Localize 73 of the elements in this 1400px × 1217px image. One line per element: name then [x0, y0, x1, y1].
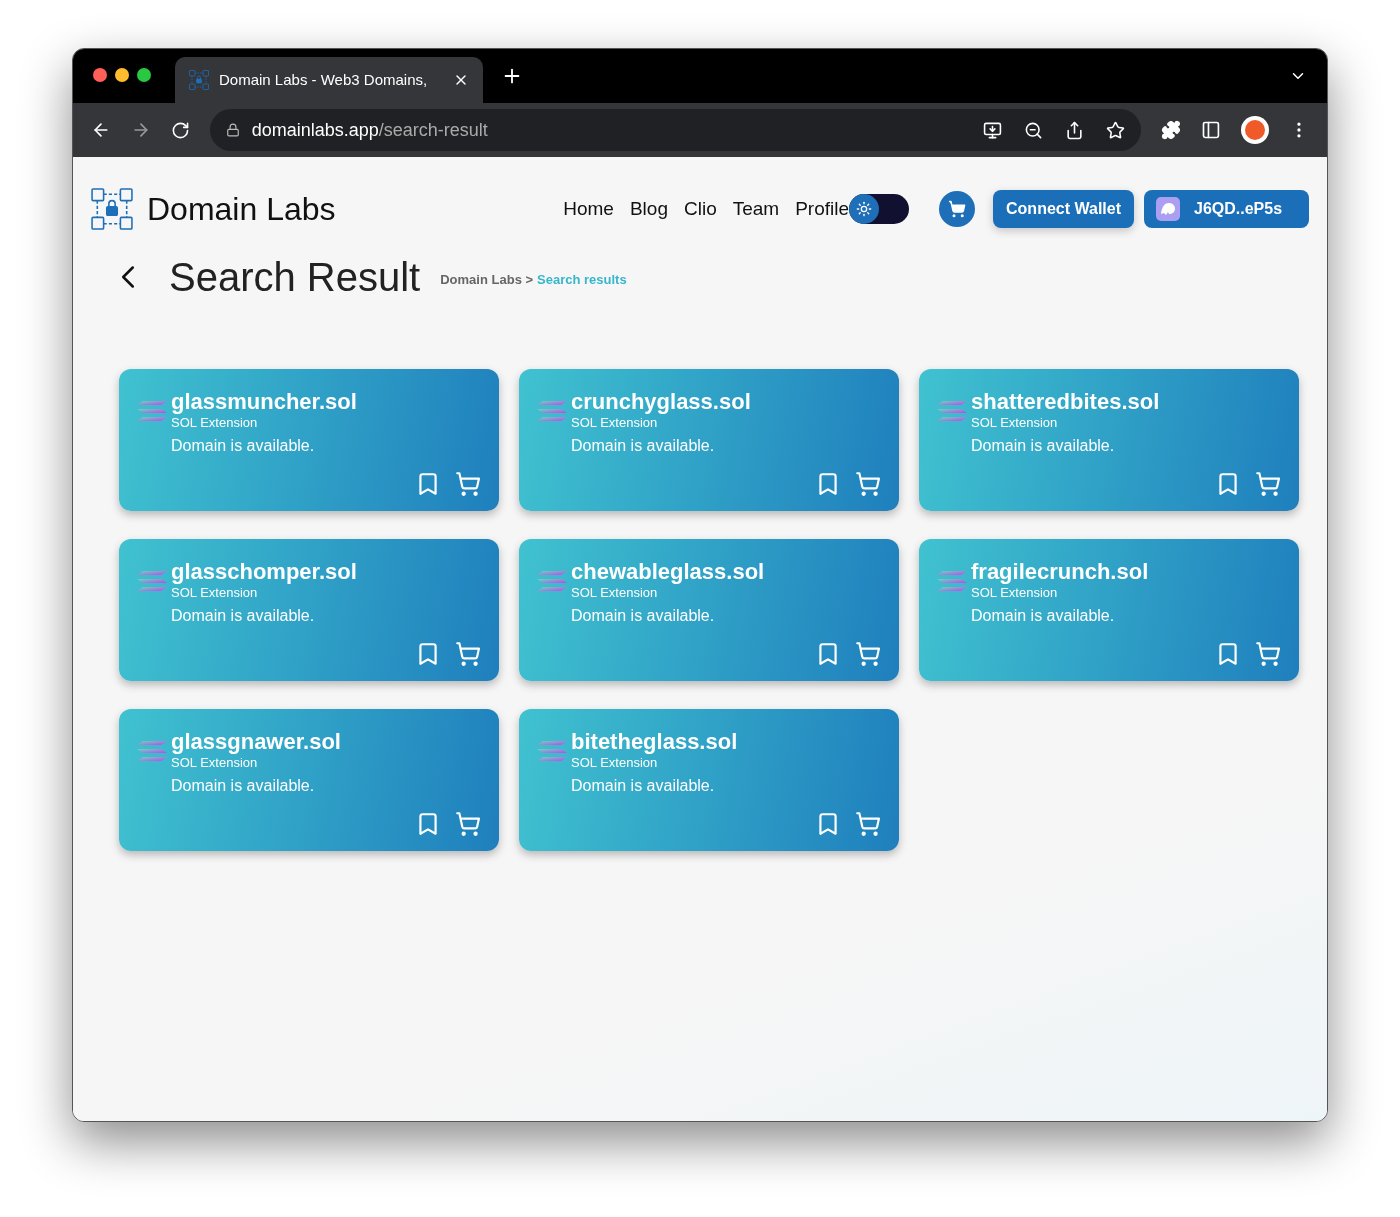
nav-link[interactable]: Clio — [683, 194, 717, 224]
domain-name: glassgnawer.sol — [171, 729, 341, 755]
extension-label: SOL Extension — [971, 585, 1059, 601]
availability-text: Domain is available. — [571, 436, 716, 456]
close-window-icon[interactable] — [93, 68, 107, 82]
add-to-cart-icon[interactable] — [855, 471, 881, 497]
extensions-icon[interactable] — [1161, 120, 1182, 140]
layered-stripes-icon — [137, 569, 167, 593]
domain-name: glassmuncher.sol — [171, 389, 357, 415]
extension-label: SOL Extension — [571, 585, 659, 601]
domain-name: fragilecrunch.sol — [971, 559, 1149, 585]
url-host: domainlabs.app — [251, 119, 379, 140]
add-to-cart-icon[interactable] — [455, 471, 481, 497]
availability-text: Domain is available. — [171, 606, 316, 626]
breadcrumb-link[interactable]: Domain Labs > — [440, 270, 534, 290]
ghost-icon — [1156, 197, 1180, 221]
nav-link[interactable]: Profile — [795, 194, 850, 224]
nav-link[interactable]: Home — [563, 194, 614, 224]
domain-name: shatteredbites.sol — [971, 389, 1160, 415]
lock-icon — [225, 123, 240, 137]
layered-stripes-icon — [537, 569, 567, 593]
availability-text: Domain is available. — [171, 436, 316, 456]
extension-label: SOL Extension — [171, 415, 259, 431]
zoom-out-icon[interactable] — [1024, 120, 1044, 140]
profile-avatar[interactable] — [1241, 116, 1270, 144]
install-icon[interactable] — [983, 120, 1003, 140]
layered-stripes-icon — [937, 569, 967, 593]
connect-wallet-button[interactable]: Connect Wallet — [993, 190, 1134, 228]
address-bar[interactable]: domainlabs.app/search-result — [209, 109, 1142, 151]
logo-icon — [91, 188, 133, 230]
layered-stripes-icon — [137, 739, 167, 763]
side-panel-icon[interactable] — [1201, 120, 1222, 140]
add-to-cart-icon[interactable] — [1255, 471, 1281, 497]
sun-icon — [856, 201, 873, 217]
availability-text: Domain is available. — [171, 776, 316, 796]
availability-text: Domain is available. — [971, 436, 1116, 456]
extension-label: SOL Extension — [171, 585, 259, 601]
nav-link[interactable]: Team — [732, 194, 780, 224]
cart-icon — [948, 200, 967, 218]
share-icon[interactable] — [1065, 120, 1085, 140]
theme-toggle[interactable] — [849, 194, 910, 224]
add-to-cart-icon[interactable] — [855, 641, 881, 667]
availability-text: Domain is available. — [571, 776, 716, 796]
maximize-window-icon[interactable] — [137, 68, 151, 82]
add-to-cart-icon[interactable] — [455, 641, 481, 667]
availability-text: Domain is available. — [971, 606, 1116, 626]
url-path: /search-result — [378, 119, 488, 140]
reload-icon[interactable] — [170, 120, 190, 140]
brand-name[interactable]: Domain Labs — [147, 185, 336, 233]
cart-button[interactable] — [939, 191, 976, 227]
bookmark-star-icon[interactable] — [1106, 120, 1126, 140]
add-to-cart-icon[interactable] — [455, 811, 481, 837]
layered-stripes-icon — [537, 399, 567, 423]
domain-name: bitetheglass.sol — [571, 729, 738, 755]
nav-link[interactable]: Blog — [629, 194, 668, 224]
domain-name: chewableglass.sol — [571, 559, 765, 585]
extension-label: SOL Extension — [971, 415, 1059, 431]
add-to-cart-icon[interactable] — [855, 811, 881, 837]
browser-tab[interactable]: Domain Labs - Web3 Domains, — [175, 57, 483, 103]
layered-stripes-icon — [937, 399, 967, 423]
layered-stripes-icon — [537, 739, 567, 763]
add-to-cart-icon[interactable] — [1255, 641, 1281, 667]
layered-stripes-icon — [137, 399, 167, 423]
extension-label: SOL Extension — [571, 415, 659, 431]
page-title: Search Result — [169, 254, 421, 301]
availability-text: Domain is available. — [571, 606, 716, 626]
extension-label: SOL Extension — [571, 755, 659, 771]
domain-name: crunchyglass.sol — [571, 389, 751, 415]
domain-name: glasschomper.sol — [171, 559, 357, 585]
minimize-window-icon[interactable] — [115, 68, 129, 82]
extension-label: SOL Extension — [171, 755, 259, 771]
tab-favicon-icon — [189, 70, 209, 90]
wallet-button[interactable]: J6QD..eP5s — [1144, 190, 1309, 228]
